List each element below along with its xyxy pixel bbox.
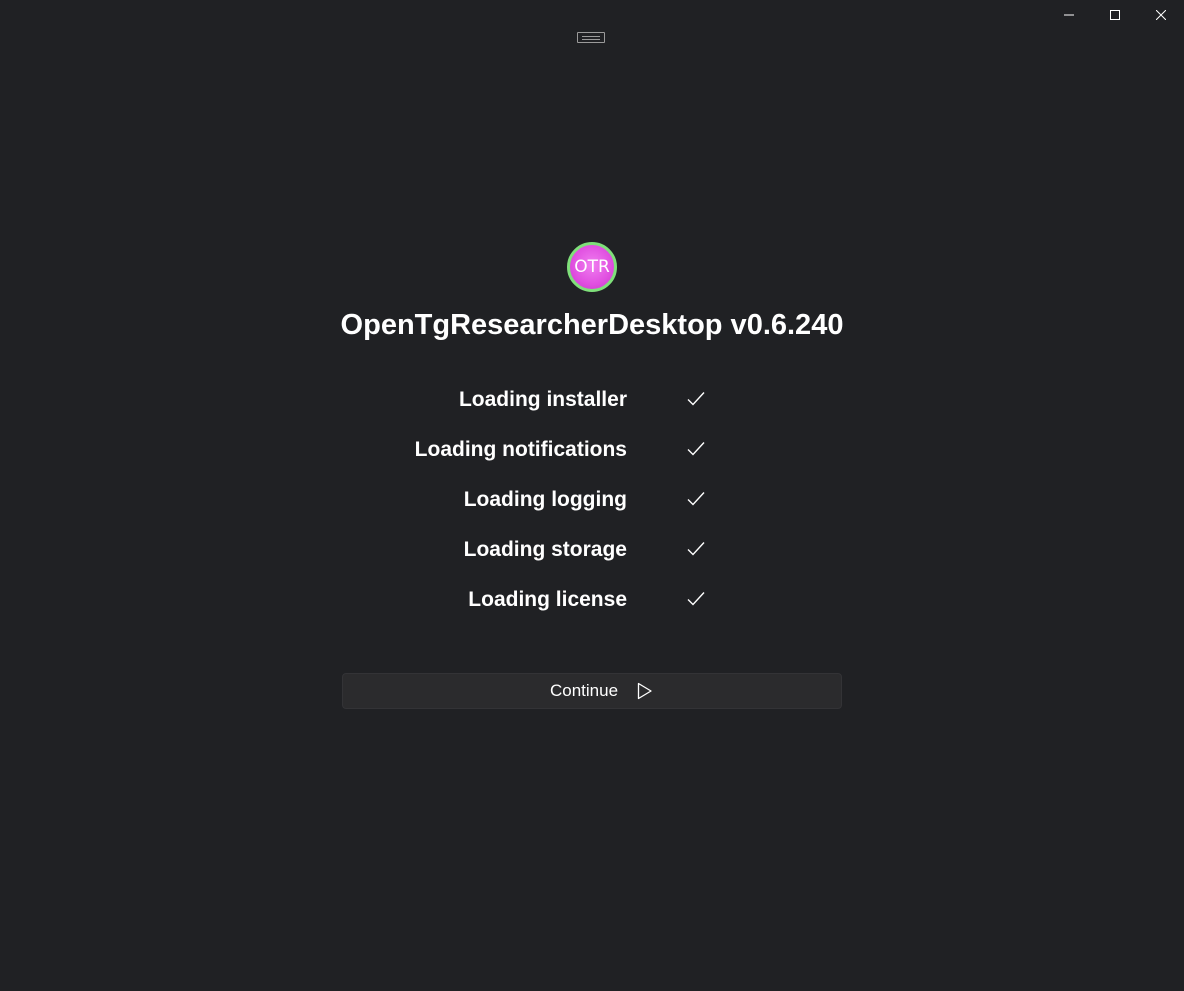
list-item: Loading notifications	[300, 430, 900, 480]
check-icon	[687, 592, 705, 606]
step-label: Loading license	[468, 588, 627, 611]
list-item: Loading license	[300, 580, 900, 630]
drag-handle-icon[interactable]	[577, 32, 605, 43]
page-title: OpenTgResearcherDesktop v0.6.240	[340, 309, 844, 341]
maximize-icon	[1110, 10, 1120, 20]
list-item: Loading storage	[300, 530, 900, 580]
drag-handle-bar	[582, 35, 600, 40]
step-label: Loading logging	[463, 488, 627, 511]
loading-steps: Loading installer Loading notifications …	[300, 380, 900, 630]
minimize-icon	[1064, 14, 1074, 16]
check-icon	[687, 442, 705, 456]
step-label: Loading storage	[463, 538, 627, 561]
step-label: Loading notifications	[414, 438, 627, 461]
close-icon	[1156, 10, 1166, 20]
step-label: Loading installer	[458, 388, 627, 411]
app-logo: OTR	[567, 242, 617, 292]
check-icon	[687, 542, 705, 556]
list-item: Loading installer	[300, 380, 900, 430]
continue-button-label: Continue	[549, 681, 619, 700]
maximize-button[interactable]	[1092, 0, 1138, 30]
logo-text: OTR	[574, 257, 610, 277]
app-window: OTR OpenTgResearcherDesktop v0.6.240 Loa…	[0, 0, 1184, 991]
continue-button[interactable]: Continue	[342, 673, 842, 709]
check-icon	[687, 392, 705, 406]
play-icon	[634, 681, 654, 701]
check-icon	[687, 492, 705, 506]
list-item: Loading logging	[300, 480, 900, 530]
close-button[interactable]	[1138, 0, 1184, 30]
minimize-button[interactable]	[1046, 0, 1092, 30]
